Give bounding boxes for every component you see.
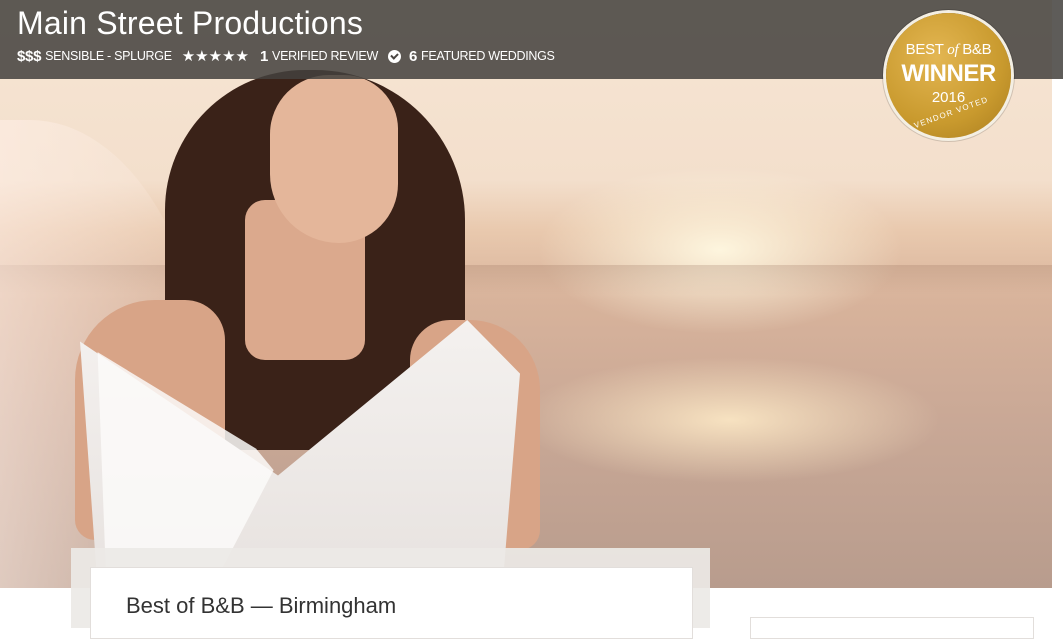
vendor-name: Main Street Productions — [17, 5, 364, 41]
vendor-meta: $$$ SENSIBLE - SPLURGE ★★★★★ 1 VERIFIED … — [17, 47, 555, 66]
review-label[interactable]: VERIFIED REVIEW — [272, 49, 378, 63]
content-card: Best of B&B — Birmingham — [90, 567, 693, 639]
best-of-award-badge[interactable]: BEST of B&B WINNER 2016 VENDOR VOTED — [886, 13, 1011, 138]
weddings-count[interactable]: 6 — [409, 48, 417, 65]
hero-face — [270, 75, 398, 243]
badge-best-of: BEST of B&B — [905, 41, 992, 58]
badge-year: 2016 — [931, 89, 966, 106]
review-count[interactable]: 1 — [260, 48, 268, 65]
card-title: Best of B&B — Birmingham — [126, 593, 397, 618]
weddings-label[interactable]: FEATURED WEDDINGS — [421, 49, 555, 63]
rating-stars-icon[interactable]: ★★★★★ — [182, 47, 249, 65]
price-symbol: $$$ — [17, 47, 42, 65]
badge-winner: WINNER — [901, 60, 996, 87]
price-label: SENSIBLE - SPLURGE — [45, 49, 172, 63]
check-circle-icon — [387, 49, 401, 63]
sidebar-card — [750, 617, 1034, 639]
